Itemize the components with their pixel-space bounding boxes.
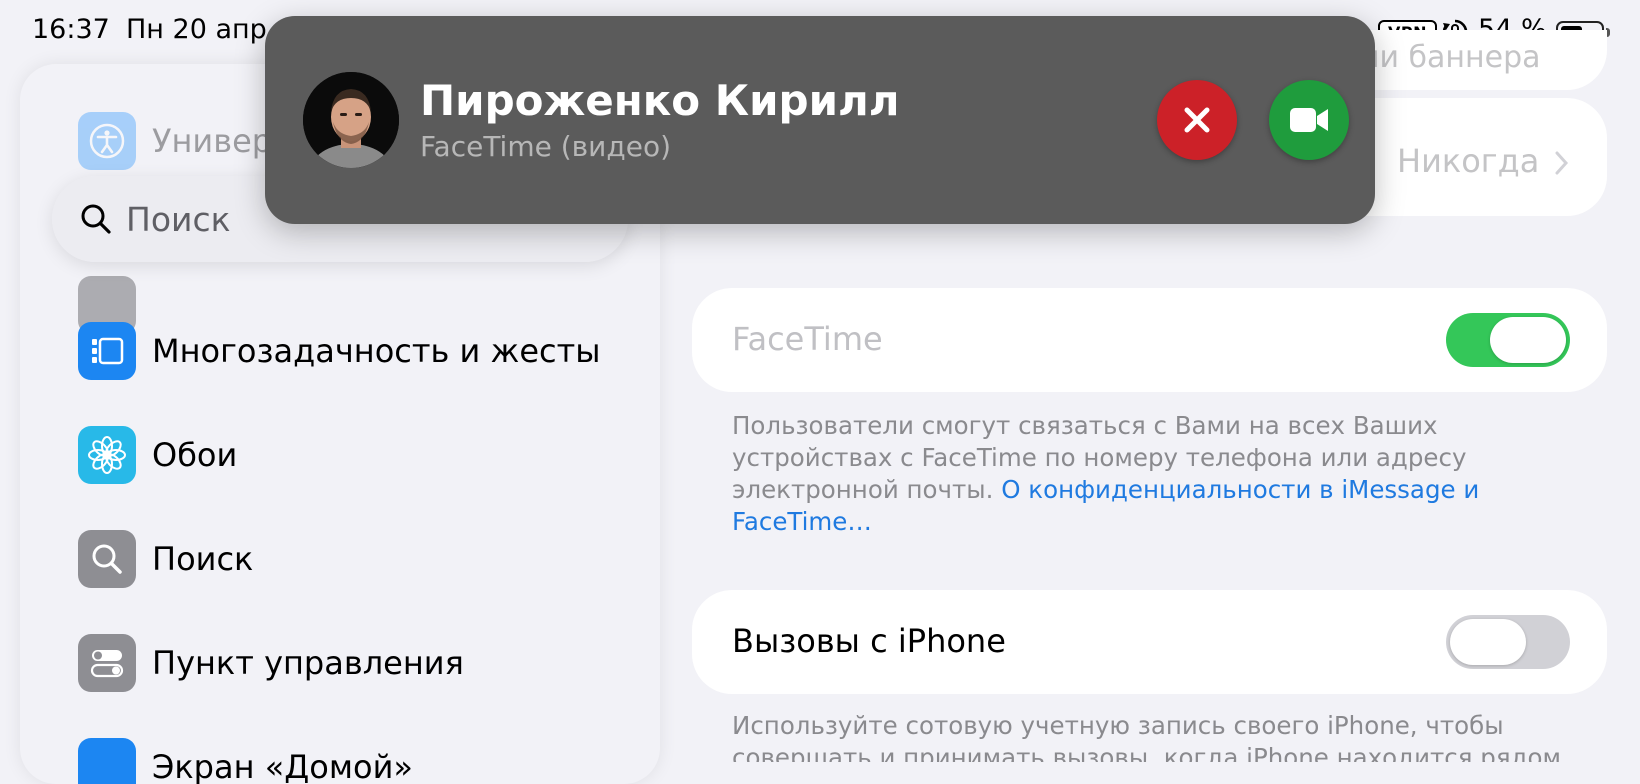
sidebar-item-label: Пункт управления [152, 644, 464, 682]
never-value: Никогда [1397, 142, 1540, 180]
sidebar-item-home-screen[interactable]: Экран «Домой» [78, 738, 413, 784]
sidebar-item-label: Многозадачность и жесты [152, 332, 601, 370]
toggle-knob [1490, 317, 1566, 363]
accept-video-button[interactable] [1269, 80, 1349, 160]
chevron-right-icon [1555, 151, 1569, 175]
top-row-partial: ии баннера [1360, 40, 1541, 75]
iphone-calls-row: Вызовы с iPhone [692, 590, 1607, 694]
decline-button[interactable] [1157, 80, 1237, 160]
sidebar-item-label: Экран «Домой» [152, 748, 413, 784]
toggle-knob [1450, 619, 1526, 665]
sidebar-item-label: Универ [152, 122, 273, 160]
caller-name: Пироженко Кирилл [420, 76, 900, 125]
iphone-calls-label: Вызовы с iPhone [732, 622, 1006, 660]
sidebar-item-search[interactable]: Поиск [78, 530, 253, 588]
search-placeholder: Поиск [126, 199, 231, 239]
search-icon [81, 204, 111, 234]
accessibility-icon [78, 112, 136, 170]
facetime-label: FaceTime [732, 320, 883, 358]
caller-avatar [303, 72, 399, 168]
search-icon [78, 530, 136, 588]
facetime-footnote: Пользователи смогут связаться с Вами на … [732, 410, 1482, 538]
video-camera-icon [1290, 108, 1328, 132]
sidebar-item-label: Обои [152, 436, 238, 474]
iphone-calls-toggle[interactable] [1446, 615, 1570, 669]
facetime-toggle[interactable] [1446, 313, 1570, 367]
status-date: Пн 20 апр [126, 14, 267, 45]
facetime-row: FaceTime [692, 288, 1607, 392]
incoming-call-banner[interactable]: Пироженко Кирилл FaceTime (видео) [265, 16, 1375, 224]
iphone-calls-footnote: Используйте сотовую учетную запись своег… [732, 711, 1561, 762]
call-type: FaceTime (видео) [420, 130, 672, 163]
sidebar-item-accessibility[interactable]: Универ [78, 112, 272, 170]
multitasking-icon [78, 322, 136, 380]
toggles-icon [78, 634, 136, 692]
close-icon [1184, 107, 1210, 133]
status-time: 16:37 [32, 14, 110, 45]
sidebar-item-multitasking[interactable]: Многозадачность и жесты [78, 322, 601, 380]
sidebar-item-label: Поиск [152, 540, 254, 578]
home-screen-icon [78, 738, 136, 784]
flower-icon [78, 426, 136, 484]
sidebar-item-control-center[interactable]: Пункт управления [78, 634, 464, 692]
sidebar-item-wallpaper[interactable]: Обои [78, 426, 237, 484]
